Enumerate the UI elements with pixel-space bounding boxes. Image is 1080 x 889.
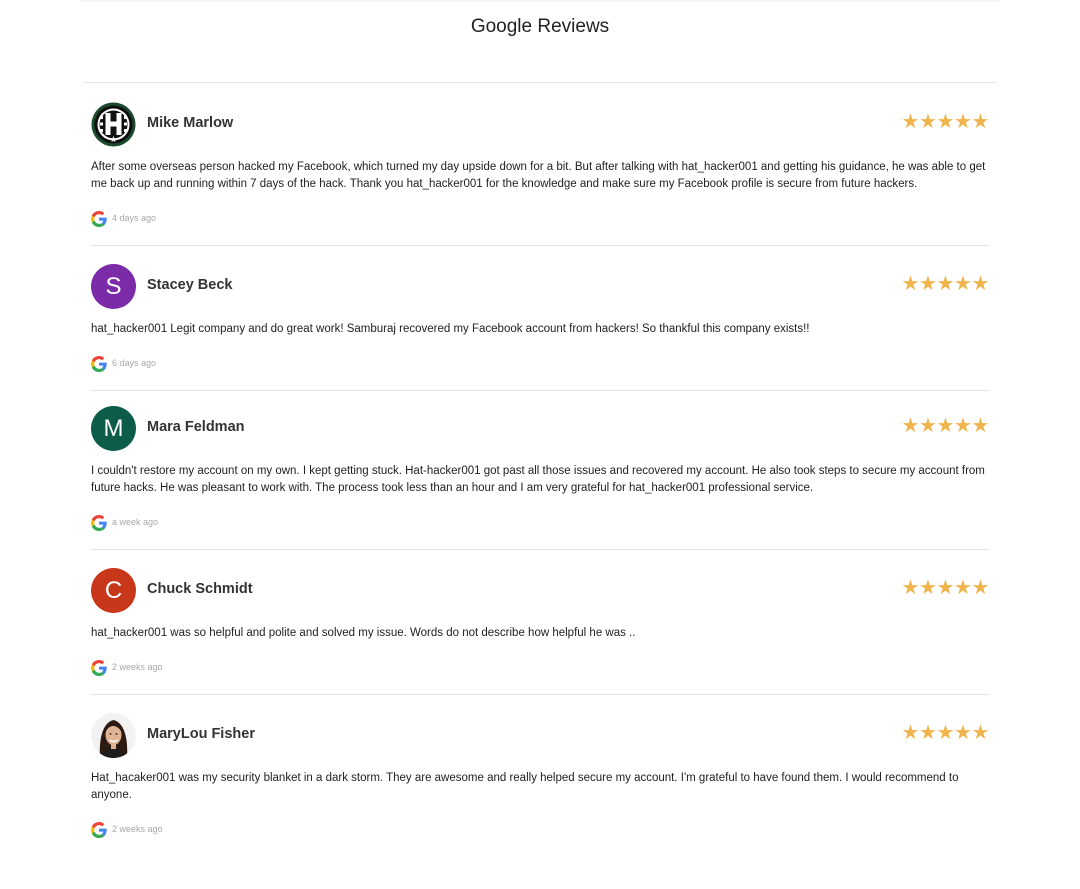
reviewer-name[interactable]: Chuck Schmidt: [147, 581, 253, 597]
review-time: 2 weeks ago: [112, 662, 163, 672]
review-divider: [91, 694, 989, 695]
star-icon: ★: [971, 111, 990, 133]
review-time: 6 days ago: [112, 358, 157, 368]
review-header: MaryLou Fisher ★★★★★: [91, 713, 989, 759]
review-divider: [91, 245, 989, 246]
review-divider: [91, 549, 989, 550]
review-text: hat_hacker001 Legit company and do great…: [91, 323, 810, 335]
star-rating: ★★★★★: [902, 576, 990, 600]
star-icon: ★: [919, 722, 937, 744]
hat-hacker-logo-icon: [91, 102, 136, 147]
star-rating: ★★★★★: [902, 414, 990, 438]
review-card: C Chuck Schmidt ★★★★★ hat_hacker001 was …: [91, 568, 989, 676]
star-icon: ★: [919, 273, 937, 295]
top-shadow: [80, 0, 1000, 3]
star-icon: ★: [936, 415, 955, 437]
star-icon: ★: [954, 111, 972, 133]
reviewer-name[interactable]: Mike Marlow: [147, 115, 233, 131]
review-card: MaryLou Fisher ★★★★★ Hat_hacaker001 was …: [91, 713, 989, 838]
star-icon: ★: [901, 415, 920, 437]
google-icon[interactable]: [91, 822, 107, 838]
avatar[interactable]: M: [91, 406, 136, 451]
review-text: After some overseas person hacked my Fac…: [91, 161, 986, 190]
page-title: Google Reviews: [470, 16, 610, 37]
star-icon: ★: [971, 415, 990, 437]
avatar[interactable]: [91, 102, 136, 147]
review-time: 2 weeks ago: [112, 824, 163, 834]
review-text: I couldn't restore my account on my own.…: [91, 465, 985, 494]
star-icon: ★: [901, 111, 920, 133]
review-time: 4 days ago: [112, 213, 157, 223]
star-icon: ★: [954, 577, 972, 599]
review-header: S Stacey Beck ★★★★★: [91, 264, 989, 310]
star-rating: ★★★★★: [902, 272, 990, 296]
star-icon: ★: [954, 722, 972, 744]
google-icon[interactable]: [91, 660, 107, 676]
star-icon: ★: [971, 577, 990, 599]
google-icon[interactable]: [91, 515, 107, 531]
review-text: hat_hacker001 was so helpful and polite …: [91, 627, 636, 639]
star-icon: ★: [901, 273, 920, 295]
review-header: Mike Marlow ★★★★★: [91, 102, 989, 148]
star-icon: ★: [936, 273, 955, 295]
star-icon: ★: [936, 111, 955, 133]
star-icon: ★: [954, 273, 972, 295]
avatar[interactable]: S: [91, 264, 136, 309]
star-icon: ★: [971, 722, 990, 744]
star-icon: ★: [971, 273, 990, 295]
reviewer-name[interactable]: MaryLou Fisher: [147, 726, 255, 742]
user-photo-icon: [91, 713, 136, 758]
avatar[interactable]: [91, 713, 136, 758]
star-icon: ★: [954, 415, 972, 437]
avatar[interactable]: C: [91, 568, 136, 613]
star-icon: ★: [901, 577, 920, 599]
star-icon: ★: [936, 722, 955, 744]
star-icon: ★: [919, 577, 937, 599]
review-header: M Mara Feldman ★★★★★: [91, 406, 989, 452]
star-icon: ★: [919, 111, 937, 133]
review-text: Hat_hacaker001 was my security blanket i…: [91, 772, 959, 801]
review-time: a week ago: [112, 517, 159, 527]
star-icon: ★: [901, 722, 920, 744]
title-divider: [84, 82, 996, 83]
google-icon[interactable]: [91, 211, 107, 227]
review-header: C Chuck Schmidt ★★★★★: [91, 568, 989, 614]
star-rating: ★★★★★: [902, 721, 990, 745]
star-icon: ★: [919, 415, 937, 437]
star-icon: ★: [936, 577, 955, 599]
star-rating: ★★★★★: [902, 110, 990, 134]
google-icon[interactable]: [91, 356, 107, 372]
reviewer-name[interactable]: Mara Feldman: [147, 419, 245, 435]
reviewer-name[interactable]: Stacey Beck: [147, 277, 232, 293]
review-card: Mike Marlow ★★★★★ After some overseas pe…: [91, 102, 989, 227]
review-divider: [91, 390, 989, 391]
review-card: M Mara Feldman ★★★★★ I couldn't restore …: [91, 406, 989, 531]
review-card: S Stacey Beck ★★★★★ hat_hacker001 Legit …: [91, 264, 989, 372]
